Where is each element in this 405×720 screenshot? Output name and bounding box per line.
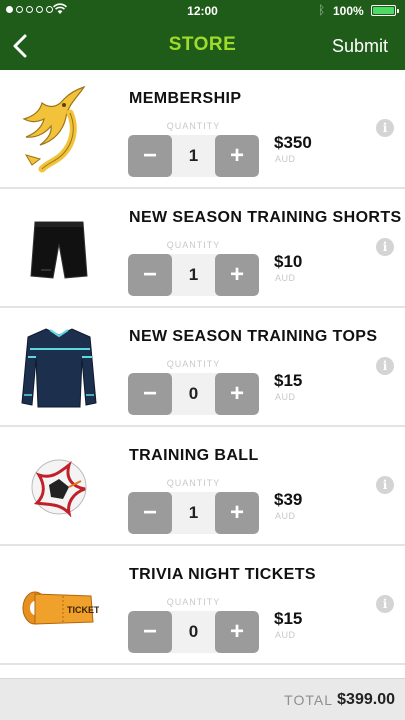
training-top-image-icon: [14, 318, 104, 418]
increase-quantity-button[interactable]: +: [215, 135, 259, 177]
currency-label: AUD: [275, 154, 296, 164]
navigation-bar: STORE Submit: [0, 22, 405, 70]
product-price: $15: [274, 371, 303, 390]
product-item-trivia-tickets: TICKET TRIVIA NIGHT TICKETS QUANTITY − 0…: [0, 546, 405, 665]
quantity-label: QUANTITY: [166, 121, 221, 131]
increase-quantity-button[interactable]: +: [215, 492, 259, 534]
info-icon[interactable]: i: [376, 476, 394, 494]
product-list: MEMBERSHIP QUANTITY − 1 + $350 AUD i NEW…: [0, 70, 405, 678]
quantity-value: 1: [188, 503, 199, 522]
svg-text:TICKET: TICKET: [67, 605, 99, 615]
product-item-training-shorts: NEW SEASON TRAINING SHORTS QUANTITY − 1 …: [0, 189, 405, 308]
quantity-stepper: − 1 +: [128, 135, 259, 177]
decrease-quantity-button[interactable]: −: [128, 135, 172, 177]
info-icon[interactable]: i: [376, 119, 394, 137]
product-price: $10: [274, 252, 303, 271]
currency-label: AUD: [275, 511, 296, 521]
decrease-quantity-button[interactable]: −: [128, 373, 172, 415]
increase-quantity-button[interactable]: +: [215, 254, 259, 296]
app-header: 12:00 ᛒ 100% STORE Submit: [0, 0, 405, 70]
product-name: NEW SEASON TRAINING TOPS: [129, 328, 378, 345]
soccer-ball-image-icon: [14, 437, 104, 537]
battery-percentage: 100%: [333, 4, 364, 18]
quantity-label: QUANTITY: [166, 240, 221, 250]
ticket-image-icon: TICKET: [14, 556, 104, 656]
product-item-training-ball: TRAINING BALL QUANTITY − 1 + $39 AUD i: [0, 427, 405, 546]
currency-label: AUD: [275, 392, 296, 402]
quantity-value: 1: [188, 265, 199, 284]
eagle-logo-icon: [14, 80, 104, 180]
product-item-training-tops: NEW SEASON TRAINING TOPS QUANTITY − 0 + …: [0, 308, 405, 427]
total-label: TOTAL: [284, 692, 333, 708]
status-bar: 12:00 ᛒ 100%: [0, 0, 405, 22]
quantity-label: QUANTITY: [166, 597, 221, 607]
currency-label: AUD: [275, 630, 296, 640]
quantity-value: 0: [188, 622, 199, 641]
quantity-label: QUANTITY: [166, 359, 221, 369]
quantity-stepper: − 0 +: [128, 373, 259, 415]
product-name: MEMBERSHIP: [129, 90, 242, 107]
increase-quantity-button[interactable]: +: [215, 373, 259, 415]
decrease-quantity-button[interactable]: −: [128, 254, 172, 296]
product-name: TRIVIA NIGHT TICKETS: [129, 566, 316, 583]
quantity-stepper: − 1 +: [128, 254, 259, 296]
quantity-value: 0: [188, 384, 199, 403]
quantity-label: QUANTITY: [166, 478, 221, 488]
product-price: $39: [274, 490, 303, 509]
shorts-image-icon: [14, 199, 104, 299]
product-price: $15: [274, 609, 303, 628]
info-icon[interactable]: i: [376, 357, 394, 375]
decrease-quantity-button[interactable]: −: [128, 611, 172, 653]
product-item-membership: MEMBERSHIP QUANTITY − 1 + $350 AUD i: [0, 70, 405, 189]
bluetooth-icon: ᛒ: [318, 3, 326, 17]
increase-quantity-button[interactable]: +: [215, 611, 259, 653]
total-value: $399.00: [337, 691, 395, 708]
battery-icon: [371, 5, 399, 16]
product-price: $350: [274, 133, 312, 152]
currency-label: AUD: [275, 273, 296, 283]
quantity-stepper: − 0 +: [128, 611, 259, 653]
quantity-value: 1: [188, 146, 199, 165]
info-icon[interactable]: i: [376, 595, 394, 613]
submit-button[interactable]: Submit: [332, 36, 388, 57]
info-icon[interactable]: i: [376, 238, 394, 256]
quantity-stepper: − 1 +: [128, 492, 259, 534]
order-total-bar: TOTAL $399.00: [0, 678, 405, 720]
product-name: TRAINING BALL: [129, 447, 259, 464]
decrease-quantity-button[interactable]: −: [128, 492, 172, 534]
product-name: NEW SEASON TRAINING SHORTS: [129, 209, 402, 226]
